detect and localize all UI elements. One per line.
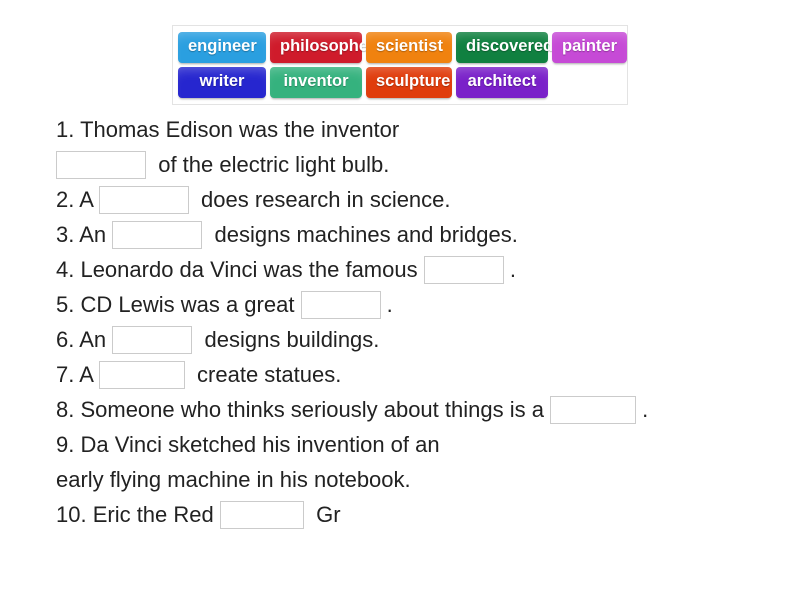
answer-blank-q1b[interactable] [56,150,146,179]
question-text: designs machines and bridges. [202,222,518,247]
question-text: create statues. [184,362,342,387]
answer-blank-q3[interactable] [112,220,203,249]
word-tile-engineer[interactable]: engineer [178,32,266,63]
question-line-q10: 10. Eric the Red Gr [56,497,792,532]
question-line-q5: 5. CD Lewis was a great . [56,287,792,322]
word-bank-row: writer inventor sculpture architect [178,67,622,98]
answer-blank-q7[interactable] [98,360,185,389]
question-text: Gr [303,502,341,527]
answer-blank-q6[interactable] [112,325,193,354]
question-line-q4: 4. Leonardo da Vinci was the famous . [56,252,792,287]
question-line-q7: 7. A create statues. [56,357,792,392]
question-text: designs buildings. [192,327,380,352]
question-text: . [380,292,393,317]
question-text: 10. Eric the Red [56,502,220,527]
question-text: 3. An [56,222,113,247]
question-text: does research in science. [188,187,451,212]
word-bank-row: engineer philosopher scientist discovered pa… [178,32,628,63]
question-text: 6. An [56,327,113,352]
word-tile-scientist[interactable]: scientist [366,32,452,63]
question-text: early flying machine in his notebook. [56,467,411,492]
question-text: 5. CD Lewis was a great [56,292,301,317]
question-line-q1b: of the electric light bulb. [56,147,792,182]
question-text: . [636,397,649,422]
question-line-q9b: early flying machine in his notebook. [56,462,792,497]
word-tile-painter[interactable]: painter [552,32,628,63]
question-line-q2: 2. A does research in science. [56,182,792,217]
answer-blank-q8[interactable] [550,395,637,424]
word-tile-discovered[interactable]: discovered [456,32,553,63]
question-text: 7. A [56,362,99,387]
question-line-q9a: 9. Da Vinci sketched his invention of an [56,427,792,462]
question-list: 1. Thomas Edison was the inventor of the… [56,112,792,532]
answer-blank-q10[interactable] [219,500,304,529]
answer-blank-q4[interactable] [423,255,504,284]
question-line-q3: 3. An designs machines and bridges. [56,217,792,252]
question-text: of the electric light bulb. [146,152,390,177]
question-text: 1. Thomas Edison was the inventor [56,117,400,142]
answer-blank-q2[interactable] [98,185,189,214]
word-tile-sculpture[interactable]: sculpture [366,67,452,98]
question-line-q1a: 1. Thomas Edison was the inventor [56,112,792,147]
question-text: 2. A [56,187,99,212]
answer-blank-q5[interactable] [300,290,381,319]
word-tile-architect[interactable]: architect [456,67,548,98]
word-tile-philosopher[interactable]: philosopher [270,32,374,63]
question-text: 9. Da Vinci sketched his invention of an [56,432,440,457]
question-line-q6: 6. An designs buildings. [56,322,792,357]
word-tile-writer[interactable]: writer [178,67,266,98]
word-tile-inventor[interactable]: inventor [270,67,362,98]
question-text: 4. Leonardo da Vinci was the famous [56,257,424,282]
question-line-q8: 8. Someone who thinks seriously about th… [56,392,792,427]
question-text: 8. Someone who thinks seriously about th… [56,397,551,422]
question-text: . [503,257,516,282]
word-bank: engineer philosopher scientist discovered pa… [172,25,628,105]
